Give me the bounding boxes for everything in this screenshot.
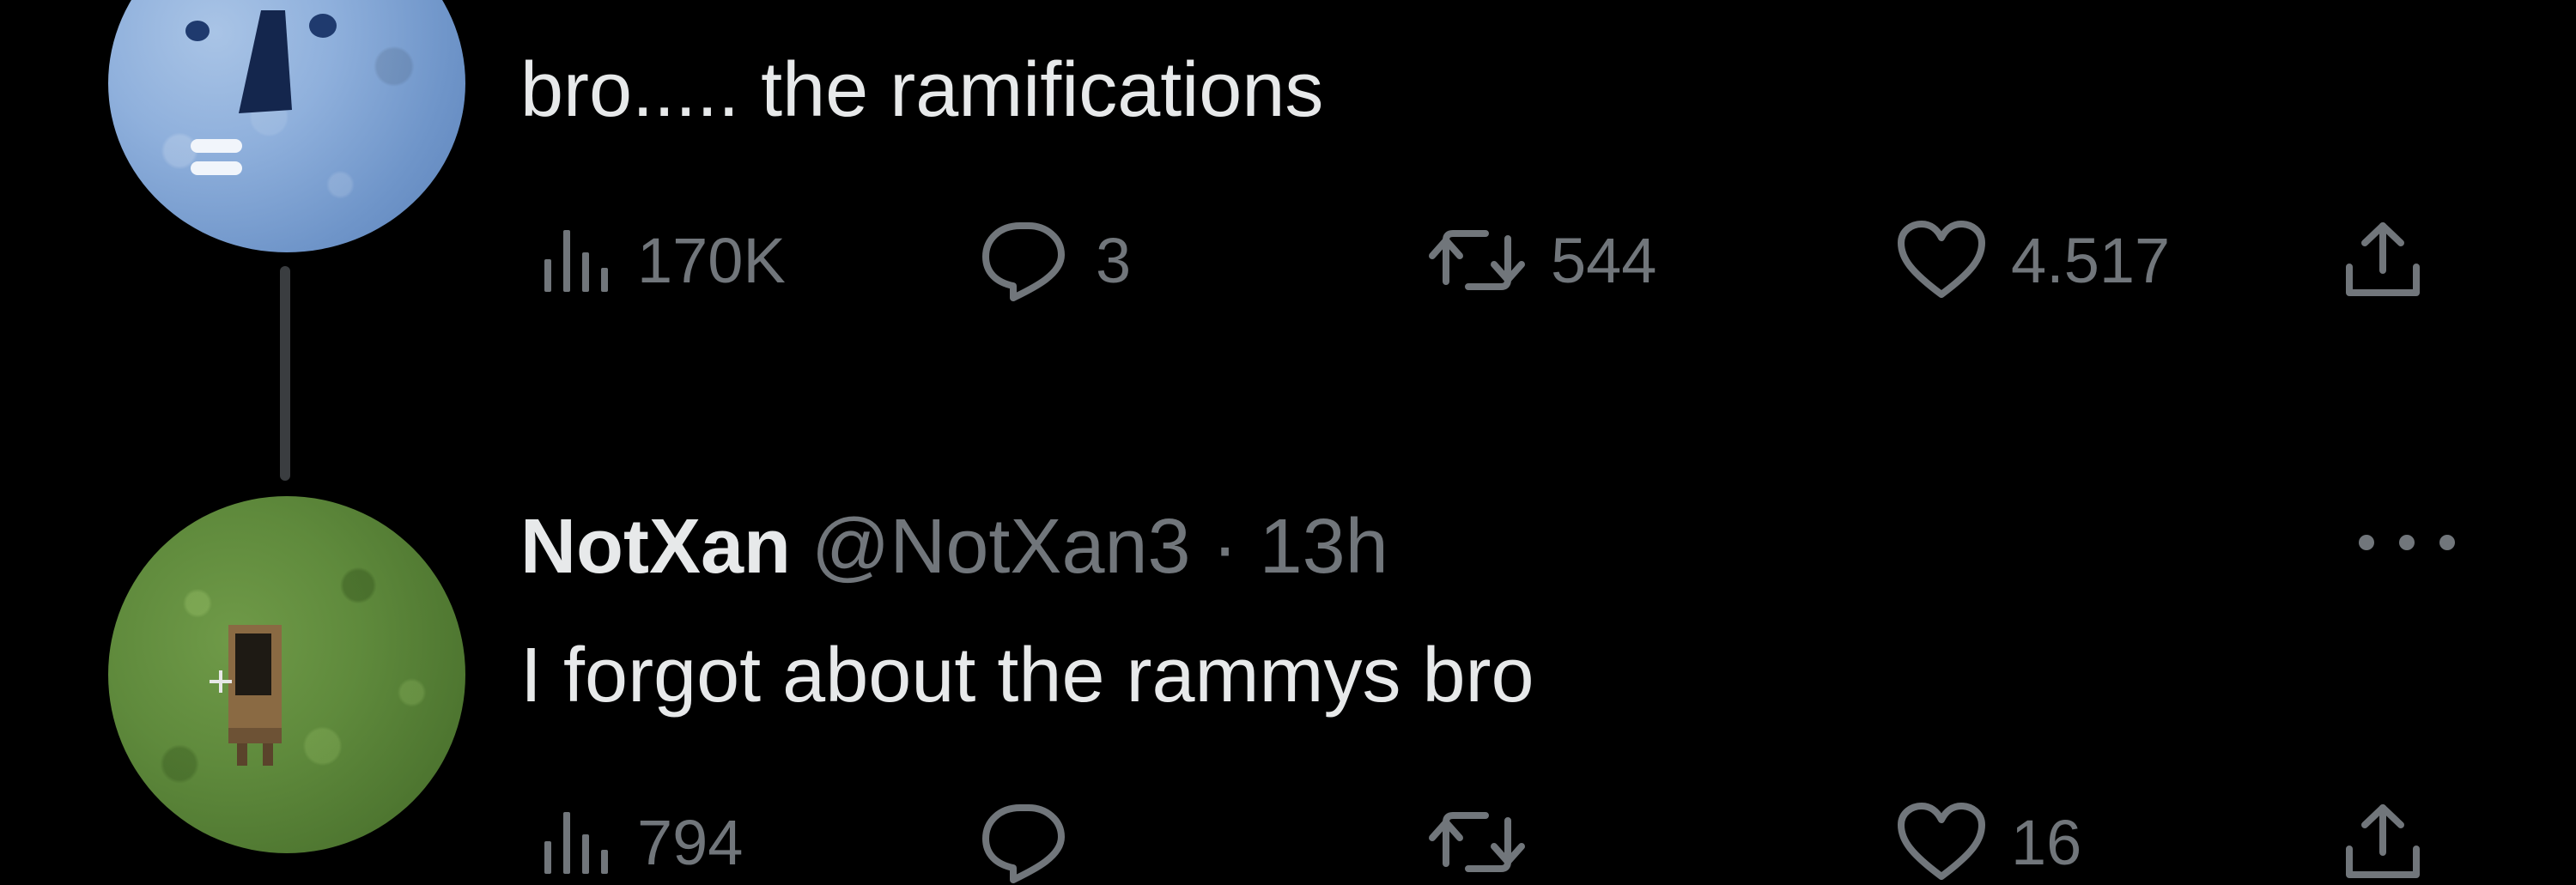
heart-icon bbox=[1898, 803, 1985, 880]
thread-connector-line bbox=[280, 266, 290, 481]
views-count: 170K bbox=[637, 224, 786, 296]
avatar[interactable] bbox=[108, 0, 465, 252]
timestamp[interactable]: 13h bbox=[1260, 504, 1388, 590]
like-button[interactable]: 4.517 bbox=[1894, 221, 2170, 299]
more-options-icon[interactable] bbox=[2351, 525, 2463, 560]
tweet-text: I forgot about the rammys bro bbox=[520, 633, 1534, 718]
views-button[interactable]: 794 bbox=[536, 803, 743, 881]
retweet-icon bbox=[1429, 230, 1525, 290]
heart-icon bbox=[1898, 221, 1985, 298]
retweet-button[interactable]: 544 bbox=[1425, 221, 1656, 299]
share-icon bbox=[2346, 222, 2420, 296]
reply-count: 3 bbox=[1096, 224, 1132, 296]
moon-face-icon bbox=[185, 10, 337, 175]
analytics-icon bbox=[544, 812, 608, 874]
reply-icon bbox=[982, 804, 1065, 883]
tweet-text: bro..... the ramifications bbox=[520, 47, 1324, 133]
like-count: 4.517 bbox=[2011, 224, 2171, 296]
analytics-icon bbox=[544, 230, 608, 292]
retweet-count: 544 bbox=[1551, 224, 1657, 296]
retweet-icon bbox=[1429, 812, 1525, 872]
tweet-header: NotXan @NotXan3 · 13h bbox=[520, 508, 1388, 585]
separator-dot: · bbox=[1212, 504, 1238, 590]
grass-block-icon bbox=[210, 625, 282, 766]
reply-button[interactable]: 3 bbox=[979, 221, 1132, 301]
share-icon bbox=[2346, 804, 2420, 878]
like-count: 16 bbox=[2011, 806, 2082, 878]
like-button[interactable]: 16 bbox=[1894, 803, 2081, 881]
reply-icon bbox=[982, 222, 1065, 301]
reply-button[interactable] bbox=[979, 803, 1073, 883]
share-button[interactable] bbox=[2336, 803, 2430, 881]
user-handle[interactable]: @NotXan3 bbox=[811, 504, 1191, 590]
retweet-button[interactable] bbox=[1425, 803, 1528, 881]
views-count: 794 bbox=[637, 806, 744, 878]
avatar[interactable] bbox=[108, 496, 465, 853]
display-name[interactable]: NotXan bbox=[520, 504, 791, 590]
share-button[interactable] bbox=[2336, 221, 2430, 299]
views-button[interactable]: 170K bbox=[536, 221, 786, 299]
